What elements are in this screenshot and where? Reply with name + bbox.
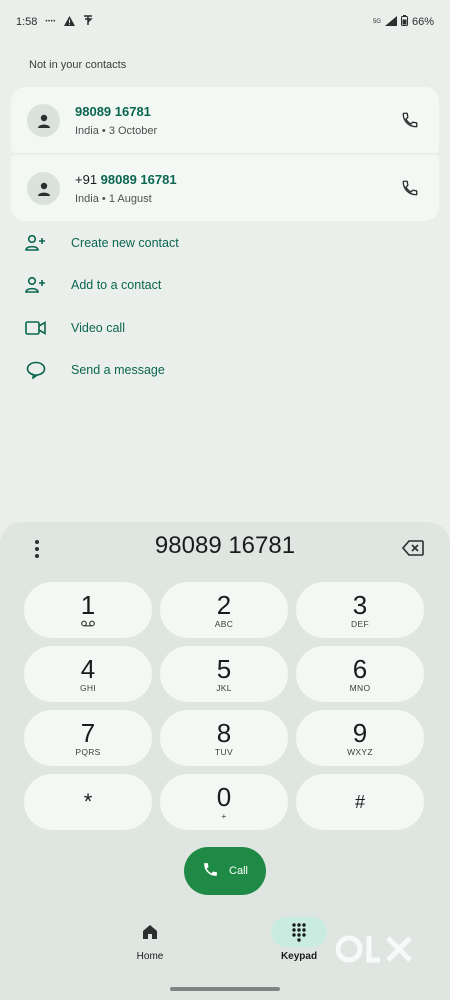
battery-icon — [400, 15, 408, 29]
action-label: Add to a contact — [71, 278, 162, 292]
keypad-grid: 1 2 ABC 3 DEF 4 GHI 5 JKL 6 MNO 7 PQRS 8… — [24, 582, 426, 830]
warning-icon — [63, 15, 75, 29]
nav-keypad[interactable]: Keypad — [249, 917, 349, 962]
nav-home[interactable]: Home — [100, 917, 200, 962]
dialpad-icon — [271, 917, 327, 947]
key-9[interactable]: 9 WXYZ — [296, 710, 424, 766]
backspace-icon[interactable] — [400, 537, 426, 559]
entry-number: +91 98089 16781 — [75, 172, 177, 187]
phone-icon — [202, 861, 219, 881]
key-1[interactable]: 1 — [24, 582, 152, 638]
call-button[interactable]: Call — [184, 847, 266, 895]
phone-icon[interactable] — [397, 175, 423, 201]
key-2[interactable]: 2 ABC — [160, 582, 288, 638]
phone-icon[interactable] — [397, 107, 423, 133]
network-activity-indicator: •••• — [45, 19, 56, 25]
battery-percent: 66% — [411, 16, 434, 28]
avatar — [27, 172, 60, 205]
add-person-icon — [24, 231, 48, 255]
person-icon — [37, 182, 50, 196]
call-log-entry[interactable]: 98089 16781 India • 3 October — [11, 87, 439, 153]
entry-detail: India • 3 October — [75, 125, 158, 137]
video-call-action[interactable]: Video call — [24, 314, 125, 342]
gesture-handle — [170, 987, 280, 991]
call-label: Call — [229, 865, 248, 877]
send-message-action[interactable]: Send a message — [24, 356, 165, 384]
olx-watermark-logo — [335, 930, 416, 970]
action-label: Create new contact — [71, 236, 179, 250]
add-person-icon — [24, 273, 48, 297]
call-log-entry[interactable]: +91 98089 16781 India • 1 August — [11, 155, 439, 221]
key-star[interactable]: * — [24, 774, 152, 830]
key-hash[interactable]: # — [296, 774, 424, 830]
entry-detail: India • 1 August — [75, 193, 152, 205]
status-bar: 1:58 •••• 5G 66% — [0, 0, 450, 44]
action-label: Send a message — [71, 363, 165, 377]
entry-number: 98089 16781 — [75, 104, 151, 119]
key-7[interactable]: 7 PQRS — [24, 710, 152, 766]
video-camera-icon — [24, 316, 48, 340]
key-6[interactable]: 6 MNO — [296, 646, 424, 702]
voicemail-icon — [81, 619, 95, 630]
key-8[interactable]: 8 TUV — [160, 710, 288, 766]
person-icon — [37, 114, 50, 128]
section-heading: Not in your contacts — [29, 59, 127, 71]
home-icon — [122, 917, 178, 947]
key-5[interactable]: 5 JKL — [160, 646, 288, 702]
create-new-contact-action[interactable]: Create new contact — [24, 229, 179, 257]
nav-label: Keypad — [280, 951, 318, 962]
key-3[interactable]: 3 DEF — [296, 582, 424, 638]
nav-label: Home — [136, 951, 164, 962]
add-to-contact-action[interactable]: Add to a contact — [24, 271, 161, 299]
payment-app-icon — [83, 15, 93, 29]
key-4[interactable]: 4 GHI — [24, 646, 152, 702]
key-0[interactable]: 0 + — [160, 774, 288, 830]
status-time: 1:58 — [16, 16, 38, 28]
signal-icon — [384, 15, 397, 29]
action-label: Video call — [71, 321, 125, 335]
avatar — [27, 104, 60, 137]
message-bubble-icon — [24, 358, 48, 382]
dialed-number[interactable]: 98089 16781 — [0, 532, 450, 560]
signal-label: 5G — [372, 19, 381, 25]
